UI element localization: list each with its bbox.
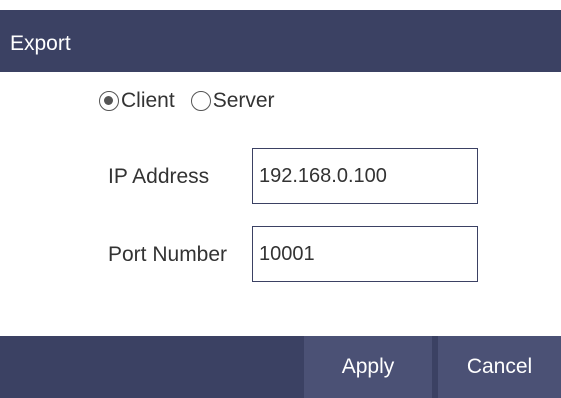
client-radio-option[interactable]: Client [99, 89, 175, 113]
port-number-input[interactable] [252, 226, 478, 282]
server-radio-icon[interactable] [190, 91, 211, 111]
top-edge [0, 0, 561, 10]
mode-radio-group: Client Server [99, 86, 291, 116]
dialog-titlebar: Export [0, 10, 561, 72]
dialog-title: Export [10, 32, 71, 55]
ip-address-input[interactable] [252, 148, 478, 204]
apply-button[interactable]: Apply [304, 336, 432, 398]
dialog-footer: Apply Cancel [0, 336, 561, 398]
ip-address-label: IP Address [108, 165, 210, 188]
export-dialog: Export Client Server IP Address Port Num… [0, 0, 561, 398]
server-radio-label: Server [212, 89, 275, 112]
cancel-button[interactable]: Cancel [438, 336, 561, 398]
port-number-label: Port Number [108, 243, 228, 266]
server-radio-option[interactable]: Server [190, 89, 275, 113]
client-radio-label: Client [121, 89, 175, 112]
client-radio-icon[interactable] [99, 91, 119, 111]
